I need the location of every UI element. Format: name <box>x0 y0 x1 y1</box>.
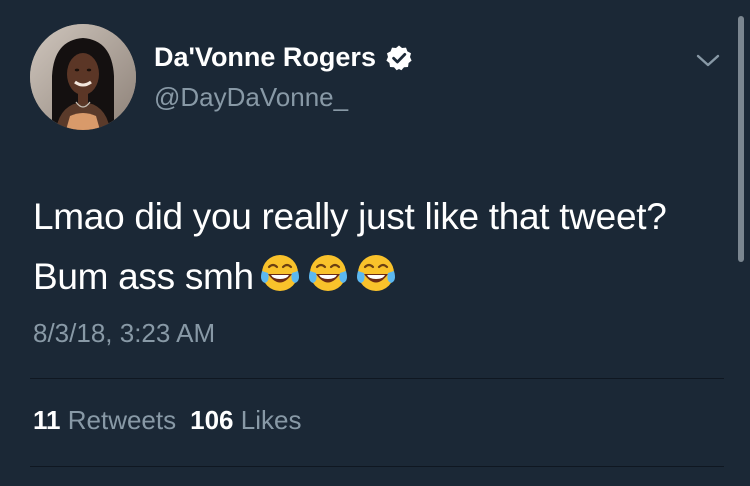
retweets-label: Retweets <box>67 405 177 435</box>
display-name-text[interactable]: Da'Vonne Rogers <box>154 42 376 73</box>
scrollbar[interactable] <box>738 16 744 262</box>
retweets-stat[interactable]: 11 Retweets <box>33 405 176 435</box>
tweet-stats: 11 Retweets 106 Likes <box>33 405 301 436</box>
face-with-tears-of-joy-icon <box>308 255 347 291</box>
face-with-tears-of-joy-icon <box>260 255 299 291</box>
chevron-down-icon[interactable] <box>694 50 722 70</box>
likes-stat[interactable]: 106 Likes <box>190 405 301 435</box>
display-name[interactable]: Da'Vonne Rogers <box>154 42 413 73</box>
face-with-tears-of-joy-icon <box>356 255 395 291</box>
user-handle[interactable]: @DayDaVonne_ <box>154 82 348 113</box>
likes-count: 106 <box>190 405 234 435</box>
avatar-photo <box>30 24 136 130</box>
likes-label: Likes <box>240 405 302 435</box>
tweet-card: Da'Vonne Rogers @DayDaVonne_ Lmao did yo… <box>0 0 750 486</box>
divider <box>30 378 724 379</box>
emoji-group <box>258 251 398 295</box>
tweet-timestamp[interactable]: 8/3/18, 3:23 AM <box>33 318 215 349</box>
verified-badge-icon <box>386 45 412 70</box>
tweet-text: Lmao did you really just like that tweet… <box>33 187 693 307</box>
divider <box>30 466 724 467</box>
avatar[interactable] <box>30 24 136 130</box>
retweets-count: 11 <box>33 405 61 435</box>
